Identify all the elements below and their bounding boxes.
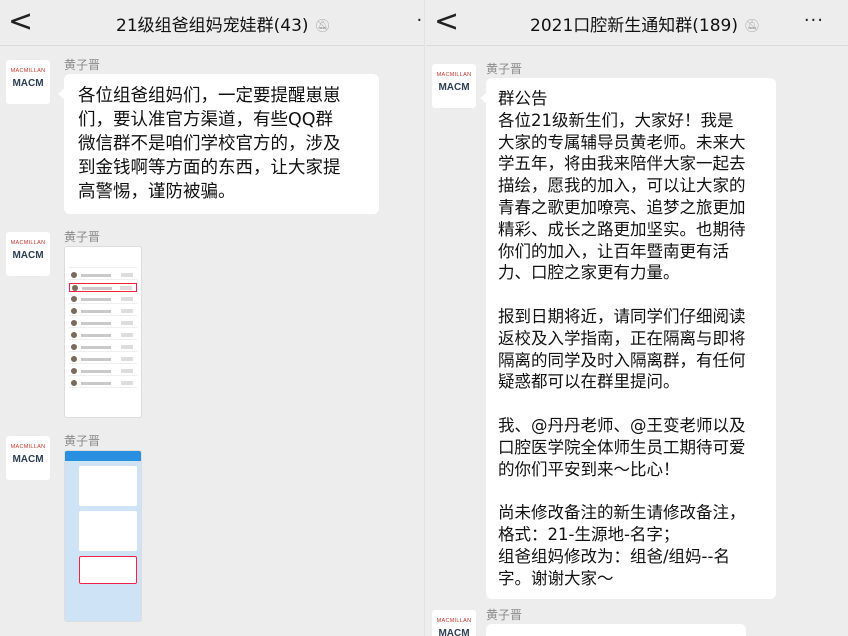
chat-title: 21级组爸组妈宠娃群(43) 🔕︎ [116,11,331,36]
avatar-brand-bottom: MACM [12,454,44,465]
group-name: 21级组爸组妈宠娃群(43) [116,16,309,36]
avatar[interactable]: MACMILLAN MACM [432,610,476,636]
bell-off-icon: 🔕︎ [743,18,761,34]
avatar[interactable]: MACMILLAN MACM [6,232,50,276]
avatar-brand-top: MACMILLAN [10,68,46,74]
avatar-brand-top: MACMILLAN [10,444,46,450]
sender-name: 黄子晋 [486,608,523,622]
avatar-brand-top: MACMILLAN [10,240,46,246]
avatar-brand-bottom: MACM [438,82,470,93]
avatar-brand-bottom: MACM [12,78,44,89]
sender-name: 黄子晋 [64,434,101,448]
right-chat-window: < 2021口腔新生通知群(189) 🔕︎ ··· MACMILLAN MACM … [426,0,848,636]
chat-title: 2021口腔新生通知群(189) 🔕︎ [530,11,761,36]
back-arrow-icon[interactable]: < [8,4,33,40]
avatar[interactable]: MACMILLAN MACM [6,436,50,480]
announcement-bubble[interactable]: 群公告 各位21级新生们，大家好！我是 大家的专属辅导员黄老师。未来大 学五年，… [480,78,776,600]
avatar[interactable]: MACMILLAN MACM [432,64,476,108]
more-options-icon[interactable]: ··· [804,10,824,31]
avatar-brand-bottom: MACM [12,250,44,261]
message-text: 各位组爸组妈们，一定要提醒崽崽 们，要认准官方渠道，有些QQ群 微信群不是咱们学… [78,86,341,202]
back-arrow-icon[interactable]: < [434,4,459,40]
avatar-brand-top: MACMILLAN [436,72,472,78]
message-bubble[interactable] [486,624,746,636]
image-message-thumbnail[interactable] [64,450,142,622]
sender-name: 黄子晋 [486,62,523,76]
message-bubble[interactable]: 各位组爸组妈们，一定要提醒崽崽 们，要认准官方渠道，有些QQ群 微信群不是咱们学… [58,74,379,214]
message-text: 群公告 各位21级新生们，大家好！我是 大家的专属辅导员黄老师。未来大 学五年，… [498,89,746,588]
bell-off-icon: 🔕︎ [314,18,332,34]
avatar[interactable]: MACMILLAN MACM [6,60,50,104]
chat-header: < 21级组爸组妈宠娃群(43) 🔕︎ ·· [0,0,424,46]
group-name: 2021口腔新生通知群(189) [530,16,738,36]
more-options-icon[interactable]: ·· [417,10,424,31]
sender-name: 黄子晋 [64,230,101,244]
chat-header: < 2021口腔新生通知群(189) 🔕︎ ··· [426,0,848,46]
avatar-brand-top: MACMILLAN [436,618,472,624]
sender-name: 黄子晋 [64,58,101,72]
left-chat-window: < 21级组爸组妈宠娃群(43) 🔕︎ ·· MACMILLAN MACM 黄子晋… [0,0,425,636]
avatar-brand-bottom: MACM [438,628,470,636]
image-message-thumbnail[interactable] [64,246,142,418]
